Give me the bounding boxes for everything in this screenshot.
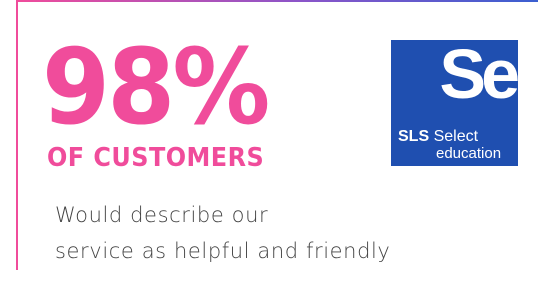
top-border-gradient bbox=[16, 0, 538, 2]
stat-label: OF CUSTOMERS bbox=[47, 143, 265, 173]
logo-brand-line-2: education bbox=[436, 145, 502, 162]
logo-brand-light: Select bbox=[433, 128, 479, 145]
stat-description-line-1: Would describe our bbox=[55, 203, 269, 227]
stat-card: 98% OF CUSTOMERS Would describe our serv… bbox=[0, 0, 538, 292]
stat-description-line-2: service as helpful and friendly bbox=[55, 239, 391, 263]
stat-description: Would describe our service as helpful an… bbox=[55, 197, 475, 269]
logo-mark: Se bbox=[439, 35, 520, 113]
sls-select-education-logo: Se SLS Select education bbox=[391, 35, 520, 166]
left-border bbox=[16, 0, 18, 270]
logo-brand-bold: SLS bbox=[398, 128, 430, 145]
logo-brand-line: SLS Select bbox=[398, 128, 478, 146]
stat-percentage: 98% bbox=[42, 26, 270, 148]
